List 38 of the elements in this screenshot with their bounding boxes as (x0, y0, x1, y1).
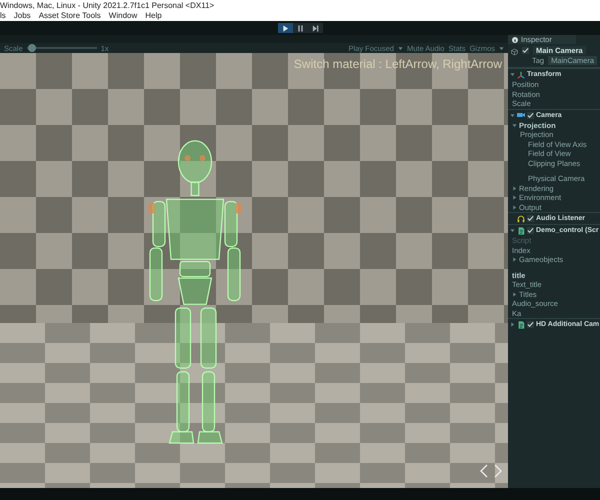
expanded-arrow-icon[interactable] (510, 228, 515, 233)
checkbox[interactable] (527, 112, 534, 118)
menu-item[interactable]: Help (145, 11, 162, 21)
expanded-arrow-icon[interactable] (512, 122, 517, 128)
collapsed-arrow-icon[interactable] (512, 292, 517, 297)
cube-icon (511, 46, 518, 58)
caret-icon[interactable] (398, 46, 403, 50)
menu-item[interactable]: Window (108, 11, 138, 21)
checkbox[interactable] (527, 321, 534, 328)
step-icon (312, 24, 318, 32)
chevron-left-icon[interactable] (480, 464, 488, 478)
chevron-right-icon[interactable] (494, 464, 502, 478)
expanded-arrow-icon[interactable] (510, 112, 515, 118)
menu-item[interactable]: ls (0, 11, 6, 21)
checkbox[interactable] (527, 215, 534, 222)
menu-item[interactable]: Jobs (14, 11, 31, 21)
menu-item[interactable]: Asset Store Tools (38, 11, 101, 21)
script-icon (517, 320, 525, 328)
headphones-icon (517, 214, 525, 222)
slider-thumb[interactable] (28, 44, 36, 52)
collapsed-arrow-icon[interactable] (512, 204, 517, 210)
caret-icon[interactable] (499, 46, 504, 50)
axes-icon (517, 70, 525, 78)
collapsed-arrow-icon[interactable] (512, 195, 517, 200)
expanded-arrow-icon[interactable] (510, 72, 515, 77)
camera-icon (517, 111, 525, 119)
pause-icon (296, 24, 304, 32)
hint-text: Switch material : LeftArrow, RightArrow (294, 57, 502, 71)
play-button[interactable] (278, 23, 292, 33)
collapsed-arrow-icon[interactable] (510, 322, 515, 327)
collapsed-arrow-icon[interactable] (512, 257, 517, 262)
window-title: Windows, Mac, Linux - Unity 2021.2.7f1c1 Personal <DX11> (0, 1, 216, 11)
checkbox[interactable] (522, 47, 529, 54)
collapsed-arrow-icon[interactable] (512, 186, 517, 191)
script-icon (517, 226, 525, 234)
scale-slider[interactable] (26, 44, 97, 52)
checkbox[interactable] (527, 227, 534, 234)
play-icon (282, 24, 288, 32)
